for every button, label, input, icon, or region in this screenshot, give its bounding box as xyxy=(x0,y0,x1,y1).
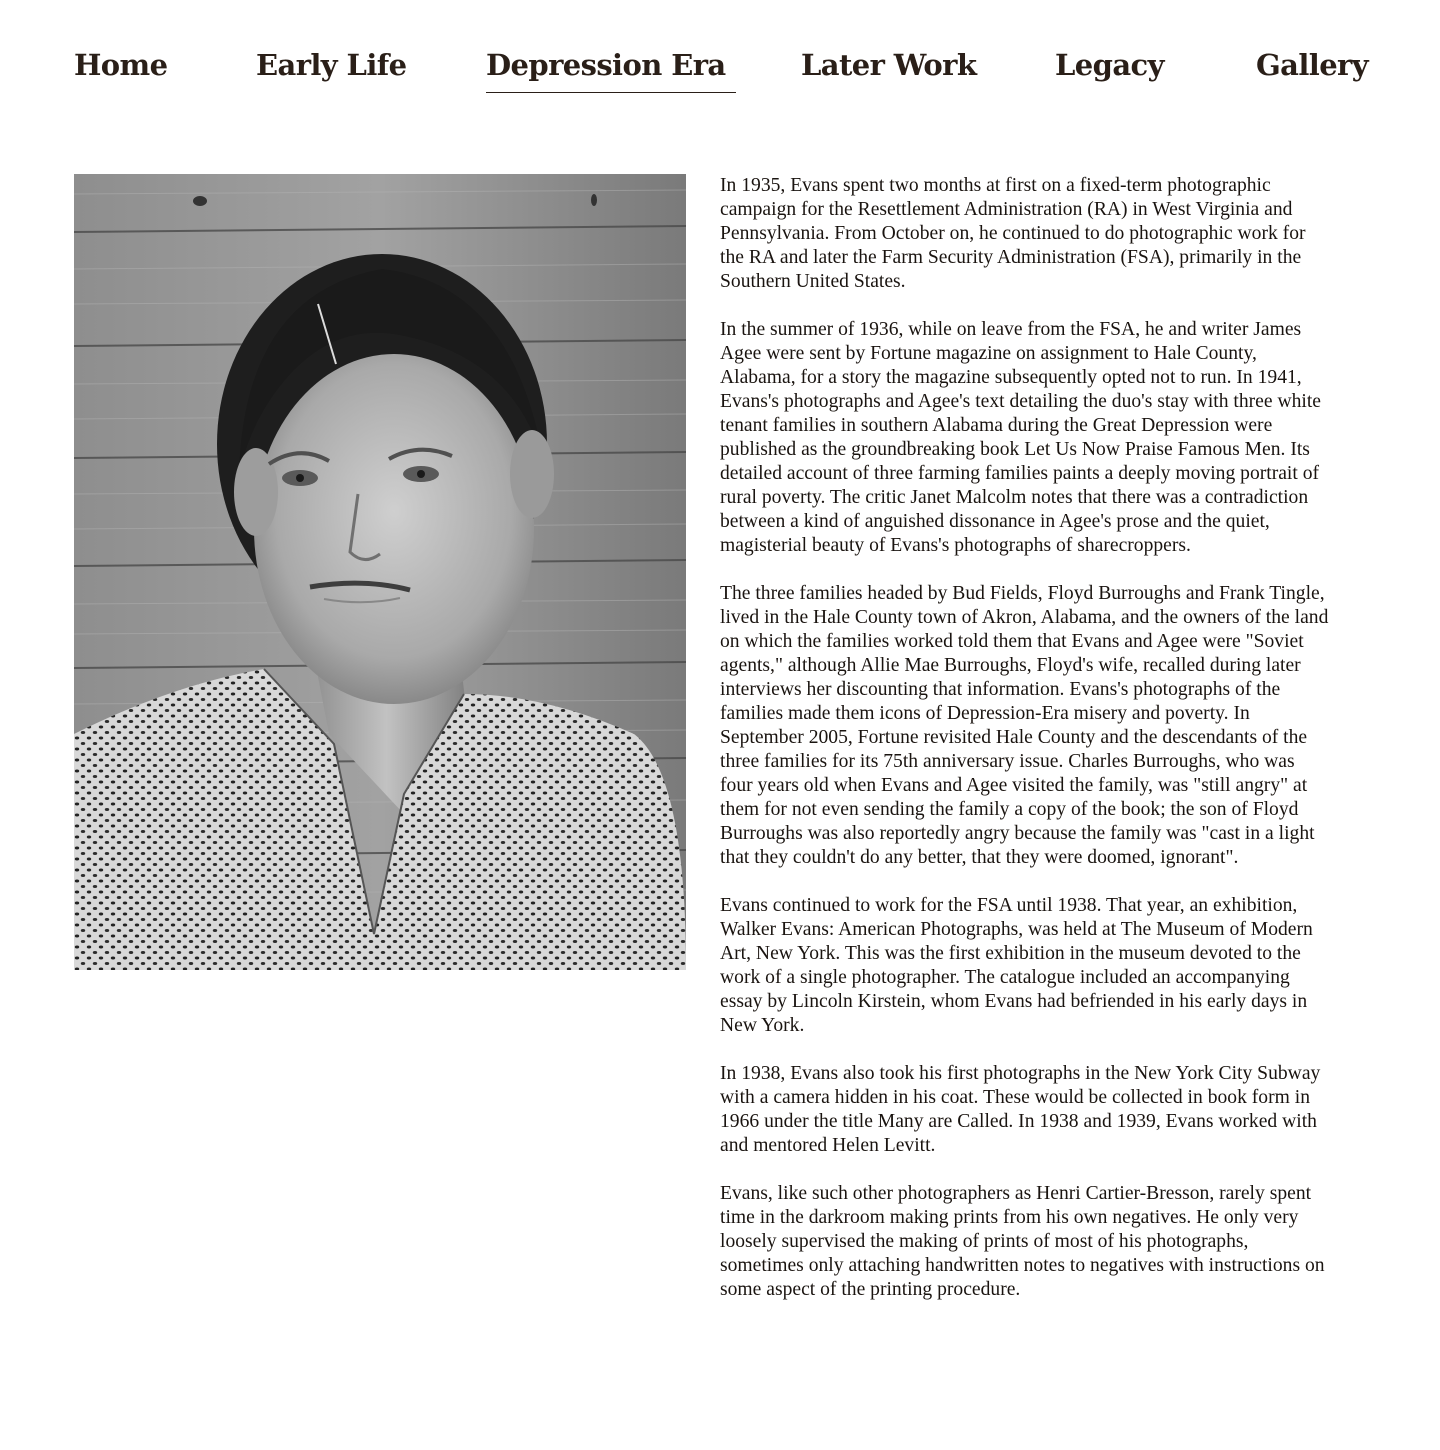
article-paragraph: The three families headed by Bud Fields,… xyxy=(720,583,1329,868)
article-paragraph: Evans continued to work for the FSA unti… xyxy=(720,895,1313,1036)
portrait-photo xyxy=(74,174,686,970)
article-body: In 1935, Evans spent two months at first… xyxy=(720,174,1332,1326)
portrait-illustration xyxy=(74,174,686,970)
nav-link-depression-era[interactable]: Depression Era xyxy=(486,44,736,93)
main-nav: Home Early Life Depression Era Later Wor… xyxy=(0,0,1440,130)
article-paragraph: In 1938, Evans also took his first photo… xyxy=(720,1063,1321,1156)
nav-link-gallery[interactable]: Gallery xyxy=(1256,44,1369,86)
nav-link-home[interactable]: Home xyxy=(74,44,168,86)
article-paragraph: In 1935, Evans spent two months at first… xyxy=(720,175,1306,292)
article-paragraph: Evans, like such other photographers as … xyxy=(720,1183,1325,1300)
nav-link-later-work[interactable]: Later Work xyxy=(801,44,977,86)
nav-link-legacy[interactable]: Legacy xyxy=(1055,44,1164,86)
nav-link-early-life[interactable]: Early Life xyxy=(256,44,407,86)
article-paragraph: In the summer of 1936, while on leave fr… xyxy=(720,319,1322,556)
